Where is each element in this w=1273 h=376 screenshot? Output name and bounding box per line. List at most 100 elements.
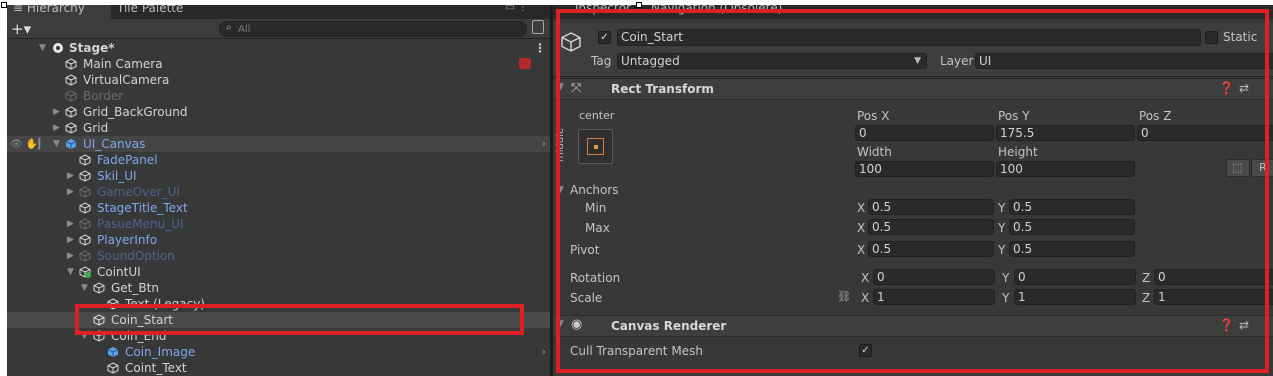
expand-arrow-icon[interactable]: ▼ [557, 82, 564, 92]
expand-arrow-icon[interactable]: ▼ [53, 136, 60, 152]
expand-arrow-icon[interactable]: ▼ [81, 280, 88, 296]
anchor-min-y-field[interactable]: 0.5 [1009, 199, 1135, 215]
list-item[interactable]: ▼ CointUI [7, 264, 550, 280]
list-item-label: Coin_Image [125, 345, 196, 359]
object-name-field[interactable]: Coin_Start [617, 29, 1201, 46]
settings-icon[interactable]: ⇄ [1239, 81, 1249, 95]
chevron-right-icon[interactable]: › [542, 344, 546, 360]
gameobject-icon [79, 250, 91, 262]
lock-icon[interactable] [532, 20, 544, 34]
max-label: Max [585, 221, 610, 235]
active-checkbox[interactable]: ✓ [598, 31, 611, 44]
width-field[interactable]: 100 [855, 161, 994, 177]
expand-arrow-icon[interactable]: ▶ [67, 248, 74, 264]
tag-dropdown[interactable]: Untagged ▼ [617, 53, 927, 69]
list-item-label: Border [83, 89, 124, 103]
list-item[interactable]: ▶ Grid [7, 120, 550, 136]
list-item[interactable]: ▶ Grid_BackGround [7, 104, 550, 120]
anchor-vertical-label: middle [555, 127, 566, 162]
list-item[interactable]: Coint_Text [7, 360, 550, 376]
list-item[interactable]: Coin_Image › [7, 344, 550, 360]
search-field[interactable]: ⌕ [219, 21, 527, 37]
list-item[interactable]: ▼ Coin_End [7, 328, 550, 344]
cull-transparent-mesh-checkbox[interactable]: ✓ [859, 344, 872, 357]
eye-icon: ◉ [571, 317, 583, 332]
expand-arrow-icon[interactable]: ▶ [67, 168, 74, 184]
rotation-y-field[interactable]: 0 [1014, 269, 1136, 285]
scale-y-field[interactable]: 1 [1014, 289, 1136, 305]
list-item-label: CointUI [97, 265, 141, 279]
blueprint-mode-button[interactable]: ⬚ [1226, 159, 1250, 177]
list-item[interactable]: Main Camera [7, 56, 550, 72]
scale-x-field[interactable]: 1 [873, 289, 995, 305]
anchor-max-y-field[interactable]: 0.5 [1009, 219, 1135, 235]
gameobject-icon [65, 90, 77, 102]
expand-arrow-icon[interactable]: ▶ [53, 104, 60, 120]
canvas-renderer-header[interactable]: ▼ ◉ Canvas Renderer ❓ ⇄ [553, 315, 1273, 337]
pos-y-field[interactable]: 175.5 [996, 125, 1135, 141]
search-input[interactable] [238, 23, 518, 35]
list-item[interactable]: Coin_Start [7, 312, 550, 328]
list-item[interactable]: ▶ SoundOption [7, 248, 550, 264]
list-item[interactable]: ▶ PlayerInfo [7, 232, 550, 248]
expand-arrow-icon[interactable]: ▼ [39, 40, 46, 56]
panel-menu-icon[interactable]: ▭ ⋮ [505, 5, 528, 13]
pos-x-field[interactable]: 0 [855, 125, 994, 141]
prefab-icon [65, 139, 77, 149]
list-item[interactable]: StageTitle_Text [7, 200, 550, 216]
list-item[interactable]: ▼ Get_Btn [7, 280, 550, 296]
static-checkbox[interactable] [1205, 31, 1218, 44]
list-item-label: FadePanel [97, 153, 158, 167]
expand-arrow-icon[interactable]: ▶ [53, 120, 60, 136]
help-icon[interactable]: ❓ [1219, 318, 1234, 332]
list-item[interactable]: ▼ Stage* ⋮ [7, 40, 550, 56]
gameobject-icon [107, 362, 119, 374]
min-label: Min [585, 201, 607, 215]
scene-menu-icon[interactable]: ⋮ [534, 40, 546, 56]
raw-edit-button[interactable]: R [1251, 159, 1273, 177]
gameobject-icon [79, 234, 91, 246]
settings-icon[interactable]: ⇄ [1239, 318, 1249, 332]
height-field[interactable]: 100 [996, 161, 1135, 177]
expand-arrow-icon[interactable]: ▼ [557, 185, 564, 195]
tab-tile-palette[interactable]: Tile Palette [111, 5, 183, 15]
list-item[interactable]: Text (Legacy) [7, 296, 550, 312]
list-item[interactable]: VirtualCamera [7, 72, 550, 88]
expand-arrow-icon[interactable]: ▼ [81, 328, 88, 344]
list-item[interactable]: ▶ Skil_UI [7, 168, 550, 184]
list-item[interactable]: 👁 ✋▎ ▼ UI_Canvas › [7, 136, 550, 152]
list-item-label: GameOver_UI [97, 185, 180, 199]
gameobject-icon [79, 186, 91, 198]
expand-arrow-icon[interactable]: ▶ [67, 184, 74, 200]
anchor-presets-button[interactable] [578, 129, 613, 164]
scale-z-field[interactable]: 1 [1154, 289, 1273, 305]
list-item[interactable]: Border [7, 88, 550, 104]
tab-inspector[interactable]: Inspector [575, 5, 631, 15]
constrain-proportions-icon[interactable]: ⛓ [837, 290, 851, 303]
chevron-right-icon[interactable]: › [542, 136, 546, 152]
add-button[interactable]: +▾ [11, 20, 31, 38]
list-item[interactable]: ▶ GameOver_UI [7, 184, 550, 200]
list-item[interactable]: ▶ PasueMenu_UI [7, 216, 550, 232]
expand-arrow-icon[interactable]: ▼ [67, 264, 74, 280]
list-item-label: Text (Legacy) [125, 297, 205, 311]
pos-z-field[interactable]: 0 [1137, 125, 1273, 141]
list-item[interactable]: FadePanel [7, 152, 550, 168]
help-icon[interactable]: ❓ [1219, 81, 1234, 95]
layer-dropdown[interactable]: UI [975, 53, 1273, 69]
expand-arrow-icon[interactable]: ▶ [67, 216, 74, 232]
pivot-x-field[interactable]: 0.5 [868, 241, 994, 257]
list-item-label: Skil_UI [97, 169, 137, 183]
anchor-min-x-field[interactable]: 0.5 [868, 199, 994, 215]
expand-arrow-icon[interactable]: ▶ [67, 232, 74, 248]
rect-transform-header[interactable]: ▼ ⤧ Rect Transform ❓ ⇄ [553, 78, 1273, 100]
pivot-y-field[interactable]: 0.5 [1009, 241, 1135, 257]
tab-hierarchy[interactable]: ≡ Hierarchy [7, 5, 111, 19]
expand-arrow-icon[interactable]: ▼ [557, 319, 564, 329]
rotation-x-field[interactable]: 0 [873, 269, 995, 285]
y-axis-label: Y [998, 243, 1006, 257]
visibility-icon[interactable]: 👁 ✋▎ [10, 137, 46, 153]
tab-navigation[interactable]: Navigation (Obsolete) [651, 5, 782, 15]
anchor-max-x-field[interactable]: 0.5 [868, 219, 994, 235]
rotation-z-field[interactable]: 0 [1154, 269, 1273, 285]
